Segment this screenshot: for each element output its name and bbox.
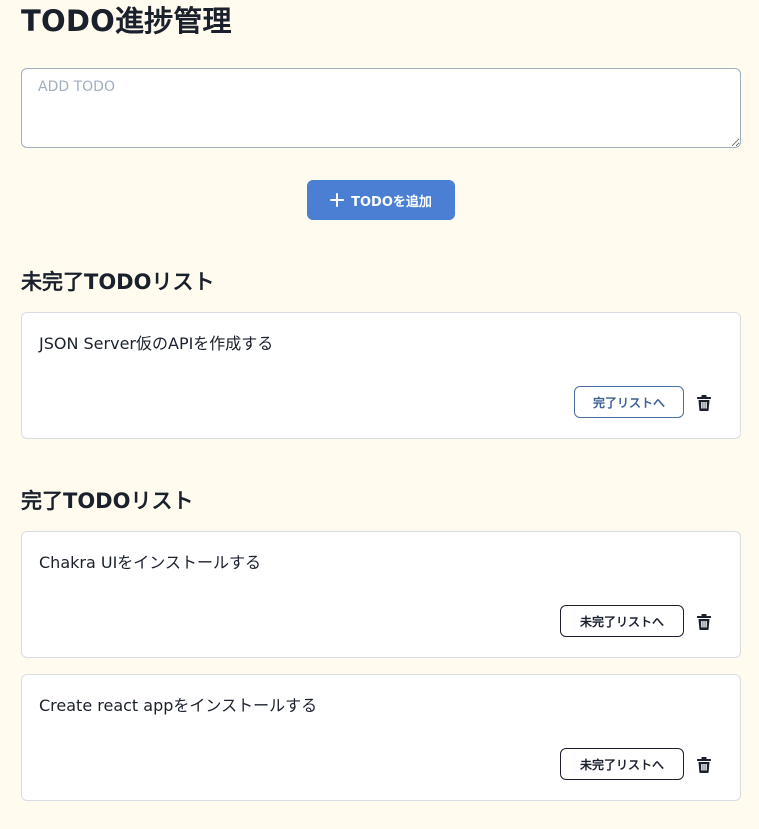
complete-todo-card: Create react appをインストールする 未完了リストへ <box>21 674 741 801</box>
incomplete-todo-card: JSON Server仮のAPIを作成する 完了リストへ <box>21 312 741 439</box>
complete-todo-card: Chakra UIをインストールする 未完了リストへ <box>21 531 741 658</box>
add-todo-button-label: TODOを追加 <box>351 194 432 210</box>
move-to-incomplete-button[interactable]: 未完了リストへ <box>560 748 684 780</box>
incomplete-section-title: 未完了TODOリスト <box>21 270 215 294</box>
todo-text: JSON Server仮のAPIを作成する <box>39 334 274 353</box>
page-title: TODO進捗管理 <box>21 4 232 38</box>
move-to-incomplete-button[interactable]: 未完了リストへ <box>560 605 684 637</box>
todo-text: Create react appをインストールする <box>39 696 318 715</box>
todo-app: TODO進捗管理 TODOを追加 未完了TODOリスト JSON Server仮… <box>0 0 759 829</box>
move-to-complete-button[interactable]: 完了リストへ <box>574 386 684 418</box>
trash-icon[interactable] <box>693 754 715 776</box>
trash-icon[interactable] <box>693 392 715 414</box>
trash-icon[interactable] <box>693 611 715 633</box>
add-todo-button[interactable]: TODOを追加 <box>307 180 455 220</box>
complete-section-title: 完了TODOリスト <box>21 489 194 513</box>
todo-text: Chakra UIをインストールする <box>39 553 261 572</box>
todo-input[interactable] <box>21 68 741 148</box>
plus-icon <box>330 193 345 207</box>
